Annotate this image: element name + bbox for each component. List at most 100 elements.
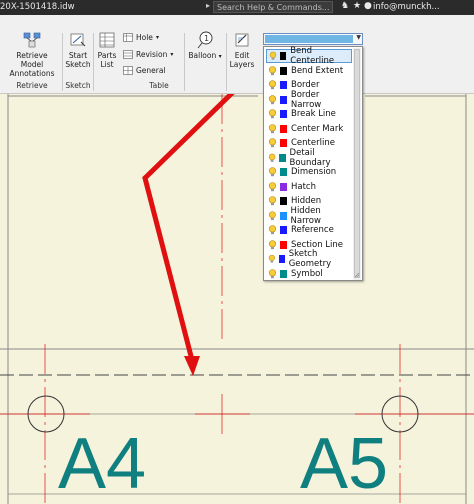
ribbon: Retrieve Model Annotations Retrieve Star… xyxy=(0,15,474,94)
edit-layers-line1: Edit xyxy=(234,51,250,60)
layer-select[interactable]: ▼ xyxy=(263,33,363,45)
lightbulb-icon[interactable] xyxy=(268,123,277,134)
sketch-panel-label: Sketch xyxy=(65,81,91,90)
layer-color-swatch xyxy=(278,255,285,263)
edit-layers-line2: Layers xyxy=(229,60,255,69)
retrieve-panel-label: Retrieve xyxy=(16,81,48,90)
layer-option[interactable]: Center Mark xyxy=(266,122,352,136)
layer-option[interactable]: Sketch Geometry xyxy=(266,249,352,269)
drawing-canvas[interactable]: A4 A5 xyxy=(0,94,474,504)
binoculars-icon[interactable]: ♞ xyxy=(341,1,349,11)
user-icon[interactable]: ● xyxy=(364,1,372,11)
table-panel-label: Table xyxy=(149,81,169,90)
layer-dropdown-list[interactable]: Bend Centerline Bend Extent Border Border N… xyxy=(263,46,363,281)
annotation-arrowhead xyxy=(184,356,200,376)
drawing-sheet: A4 A5 xyxy=(0,94,474,504)
layer-color-swatch xyxy=(280,81,287,89)
lightbulb-icon[interactable] xyxy=(268,181,277,192)
layer-color-swatch xyxy=(280,168,287,176)
lightbulb-icon[interactable] xyxy=(268,210,277,221)
start-sketch-button[interactable]: Start Sketch xyxy=(64,31,92,69)
layer-option[interactable]: Hatch xyxy=(266,180,352,194)
lightbulb-icon[interactable] xyxy=(268,153,276,163)
revision-table-icon xyxy=(123,50,133,59)
layer-option-label: Hidden xyxy=(291,196,322,206)
revision-table-button[interactable]: Revision ▾ xyxy=(123,50,173,59)
layer-color-swatch xyxy=(280,240,287,249)
svg-text:1: 1 xyxy=(204,34,209,43)
retrieve-annotations-icon xyxy=(23,32,41,48)
general-table-icon xyxy=(123,66,133,75)
layer-color-swatch xyxy=(280,182,287,191)
star-icon[interactable]: ★ xyxy=(353,1,361,11)
layer-option[interactable]: Hidden Narrow xyxy=(266,206,352,226)
layer-option[interactable]: Border Narrow xyxy=(266,90,352,110)
layer-option-label: Bend Extent xyxy=(291,65,344,76)
layer-color-swatch xyxy=(279,52,287,60)
parts-list-line1: Parts xyxy=(97,51,117,60)
layer-color-swatch xyxy=(279,95,287,104)
lightbulb-icon[interactable] xyxy=(268,109,277,119)
layer-color-swatch xyxy=(280,197,287,205)
balloon-icon: 1 xyxy=(197,31,213,49)
lightbulb-icon[interactable] xyxy=(268,225,277,235)
lightbulb-icon[interactable] xyxy=(268,80,277,90)
sketch-icon xyxy=(70,33,86,47)
balloon-button[interactable]: 1 Balloon ▾ xyxy=(188,31,222,61)
lightbulb-icon[interactable] xyxy=(268,138,277,148)
hole-label: Hole xyxy=(136,33,153,42)
layer-option[interactable]: Bend Centerline xyxy=(266,46,352,66)
layer-option-label: Center Mark xyxy=(291,123,344,134)
resize-grip-icon[interactable] xyxy=(354,272,360,278)
layer-color-swatch xyxy=(280,139,287,147)
start-sketch-line2: Sketch xyxy=(65,60,91,69)
general-table-button[interactable]: General xyxy=(123,66,166,75)
layer-option[interactable]: Reference xyxy=(266,223,352,237)
search-chevron-icon[interactable]: ▸ xyxy=(206,1,210,10)
layer-color-swatch xyxy=(279,153,286,162)
annotation-arrow xyxy=(142,94,235,361)
retrieve-model-annotations-button[interactable]: Retrieve Model Annotations xyxy=(4,31,60,78)
layer-option[interactable]: Symbol xyxy=(266,267,352,281)
edit-layers-icon xyxy=(235,33,249,47)
edit-layers-button[interactable]: Edit Layers xyxy=(228,31,256,69)
layer-color-swatch xyxy=(280,110,287,118)
balloon-label: Balloon xyxy=(188,51,217,60)
chevron-down-icon: ▾ xyxy=(218,53,222,60)
user-account[interactable]: info@munckh... xyxy=(373,2,440,12)
layer-option-label: Break Line xyxy=(291,109,336,119)
layer-color-swatch xyxy=(280,66,287,75)
layer-option-label: Reference xyxy=(291,225,334,235)
layer-color-swatch xyxy=(280,269,287,278)
lightbulb-icon[interactable] xyxy=(268,254,276,264)
layer-option[interactable]: Break Line xyxy=(266,107,352,121)
hole-table-button[interactable]: Hole ▾ xyxy=(123,33,159,42)
lightbulb-icon[interactable] xyxy=(268,196,277,206)
layer-option[interactable]: Bend Extent xyxy=(266,64,352,78)
parts-list-line2: List xyxy=(100,60,114,69)
scrollbar-thumb[interactable] xyxy=(354,49,360,278)
lightbulb-icon[interactable] xyxy=(268,167,277,177)
ribbon-separator xyxy=(226,33,227,91)
lightbulb-icon[interactable] xyxy=(268,239,277,250)
retrieve-label-line2: Annotations xyxy=(9,69,55,78)
layer-color-swatch xyxy=(279,211,287,220)
layer-option-label: Dimension xyxy=(291,167,337,177)
chevron-down-icon: ▾ xyxy=(155,34,159,41)
layer-option-label: Border xyxy=(291,80,320,90)
view-label-a5[interactable]: A5 xyxy=(300,424,388,504)
lightbulb-icon[interactable] xyxy=(269,51,277,61)
layer-color-swatch xyxy=(280,226,287,234)
layer-option[interactable]: Dimension xyxy=(266,165,352,179)
lightbulb-icon[interactable] xyxy=(268,94,277,105)
dropdown-scrollbar[interactable] xyxy=(353,48,361,280)
layer-option[interactable]: Detail Boundary xyxy=(266,148,352,168)
lightbulb-icon[interactable] xyxy=(268,268,277,279)
layer-color-swatch xyxy=(280,124,287,133)
window-title: 20X-1501418.idw xyxy=(0,2,75,12)
help-search-input[interactable]: Search Help & Commands... xyxy=(213,1,333,13)
lightbulb-icon[interactable] xyxy=(268,65,277,76)
chevron-down-icon[interactable]: ▼ xyxy=(356,34,361,41)
view-label-a4[interactable]: A4 xyxy=(58,424,146,504)
parts-list-button[interactable]: Parts List xyxy=(94,31,120,69)
